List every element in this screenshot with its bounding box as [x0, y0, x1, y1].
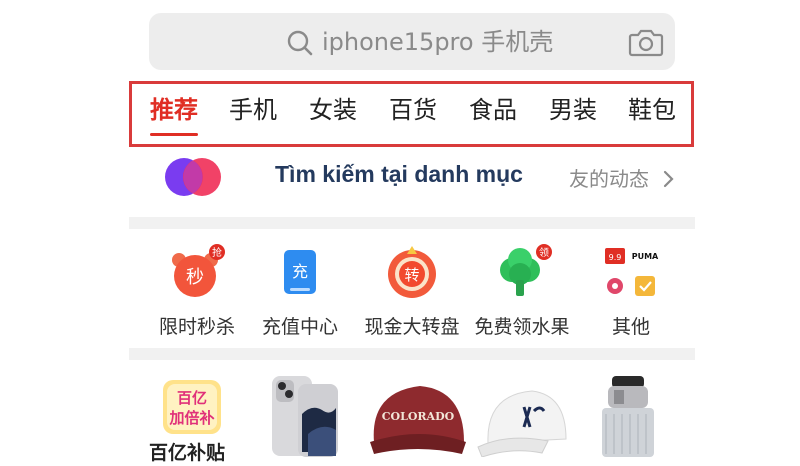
- other-mini-text-1: 9.9: [609, 253, 622, 262]
- subsidy-label[interactable]: 百亿补贴: [149, 440, 225, 466]
- tab-recommended[interactable]: 推荐: [150, 93, 198, 127]
- other-label: 其他: [611, 316, 650, 338]
- section-divider: [129, 217, 695, 229]
- chevron-right-icon: [663, 170, 674, 188]
- tab-food[interactable]: 食品: [469, 93, 517, 127]
- tab-mens-clothing[interactable]: 男装: [549, 93, 597, 127]
- cash-wheel-label: 现金大转盘: [364, 316, 460, 338]
- cash-wheel-button[interactable]: 转 现金大转盘: [362, 244, 462, 340]
- recharge-center-label: 充值中心: [261, 316, 338, 338]
- tab-general-goods[interactable]: 百货: [389, 93, 437, 127]
- food-chopper-product-image[interactable]: [592, 374, 664, 457]
- search-icon: [287, 30, 313, 56]
- banner-search-category-text: Tìm kiếm tại danh mục: [275, 161, 523, 187]
- white-cap-product-image[interactable]: [474, 385, 570, 457]
- other-button[interactable]: 9.9 PUMA 其他: [581, 244, 681, 340]
- cap-text: COLORADO: [382, 410, 455, 423]
- recharge-icon: 充: [284, 250, 316, 294]
- tab-phones[interactable]: 手机: [229, 93, 277, 127]
- flash-sale-glyph: 秒: [186, 267, 204, 288]
- section-divider: [129, 348, 695, 360]
- cash-wheel-glyph: 转: [404, 266, 419, 284]
- free-fruit-label: 免费领水果: [474, 316, 570, 338]
- other-mini-text-2: PUMA: [632, 252, 659, 261]
- pinduoduo-logo-icon: [165, 158, 221, 196]
- tab-shoes-bags[interactable]: 鞋包: [628, 93, 676, 127]
- subsidy-badge-icon[interactable]: 百亿 加倍补: [161, 378, 223, 436]
- search-input[interactable]: iphone15pro 手机壳: [322, 26, 553, 58]
- friend-activity-link[interactable]: 友的动态: [569, 165, 649, 193]
- iphone-product-image[interactable]: [268, 374, 340, 457]
- red-cap-product-image[interactable]: COLORADO: [362, 380, 470, 457]
- free-fruit-badge: 领: [539, 246, 549, 259]
- alarm-clock-icon: 秒 抢: [172, 244, 225, 297]
- subsidy-badge-line-1: 百亿: [177, 389, 207, 407]
- subsidy-badge-line-2: 加倍补: [168, 409, 214, 427]
- cash-wheel-icon: 转: [388, 246, 436, 298]
- free-fruit-button[interactable]: 领 免费领水果: [472, 244, 572, 340]
- recharge-center-button[interactable]: 充 充值中心: [250, 244, 350, 340]
- fruit-tree-icon: 领: [500, 244, 552, 296]
- recharge-glyph: 充: [292, 262, 308, 281]
- flash-sale-label: 限时秒杀: [158, 316, 235, 338]
- brand-grid-icon: 9.9 PUMA: [605, 248, 659, 296]
- flash-sale-badge: 抢: [212, 246, 222, 259]
- camera-icon[interactable]: [628, 27, 664, 57]
- flash-sale-button[interactable]: 秒 抢 限时秒杀: [147, 244, 247, 340]
- tab-womens-clothing[interactable]: 女装: [309, 93, 357, 127]
- active-tab-underline: [150, 133, 198, 136]
